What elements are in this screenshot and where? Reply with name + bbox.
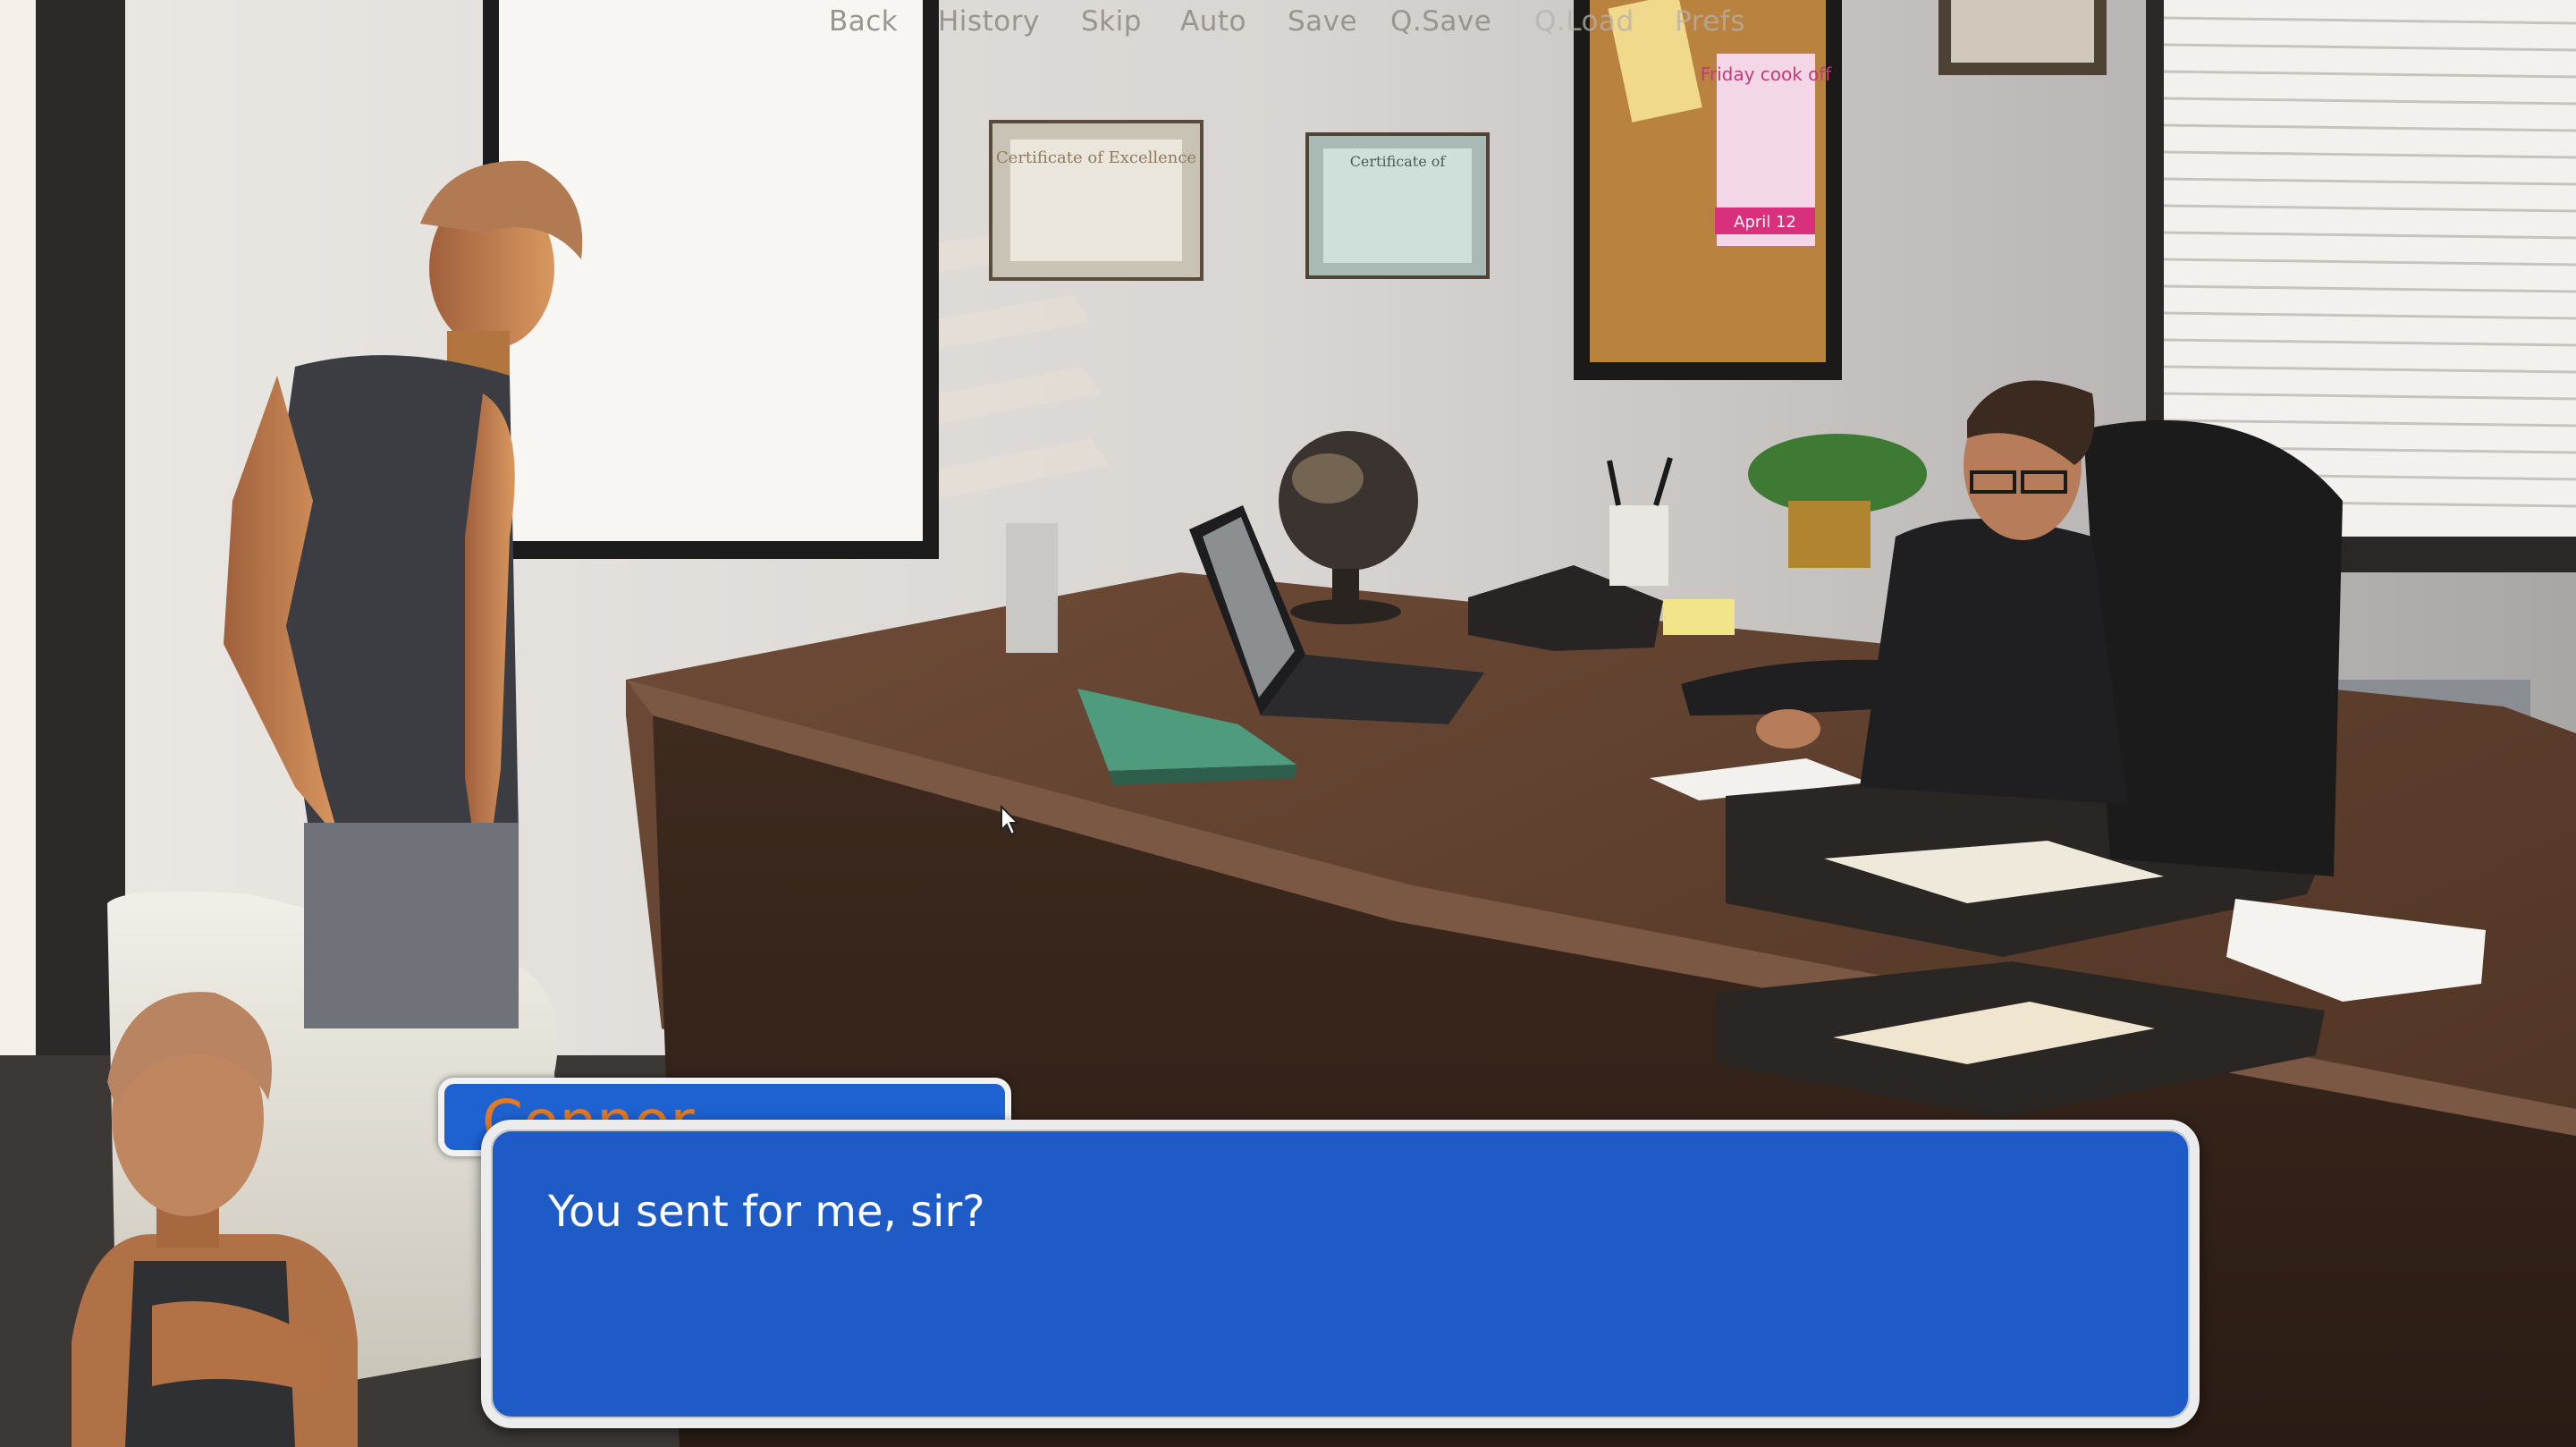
quick-menu: Back History Skip Auto Save Q.Save Q.Loa… xyxy=(0,5,2576,50)
back-button[interactable]: Back xyxy=(829,5,898,38)
quick-save-button[interactable]: Q.Save xyxy=(1390,5,1491,38)
dialogue-text: You sent for me, sir? xyxy=(548,1187,985,1237)
speaker-portrait xyxy=(72,992,358,1447)
dialogue-box[interactable]: You sent for me, sir? xyxy=(481,1120,2200,1428)
certificate-left-text: Certificate of Excellence xyxy=(996,148,1196,167)
svg-text:Friday cook off: Friday cook off xyxy=(1701,63,1833,85)
prefs-button[interactable]: Prefs xyxy=(1675,5,1745,38)
svg-text:April 12: April 12 xyxy=(1734,213,1796,232)
svg-text:Certificate of: Certificate of xyxy=(1350,153,1447,170)
history-button[interactable]: History xyxy=(938,5,1040,38)
auto-button[interactable]: Auto xyxy=(1180,5,1246,38)
skip-button[interactable]: Skip xyxy=(1081,5,1142,38)
quick-load-button[interactable]: Q.Load xyxy=(1534,5,1634,38)
save-button[interactable]: Save xyxy=(1288,5,1357,38)
mouse-cursor-icon xyxy=(1001,805,1020,836)
